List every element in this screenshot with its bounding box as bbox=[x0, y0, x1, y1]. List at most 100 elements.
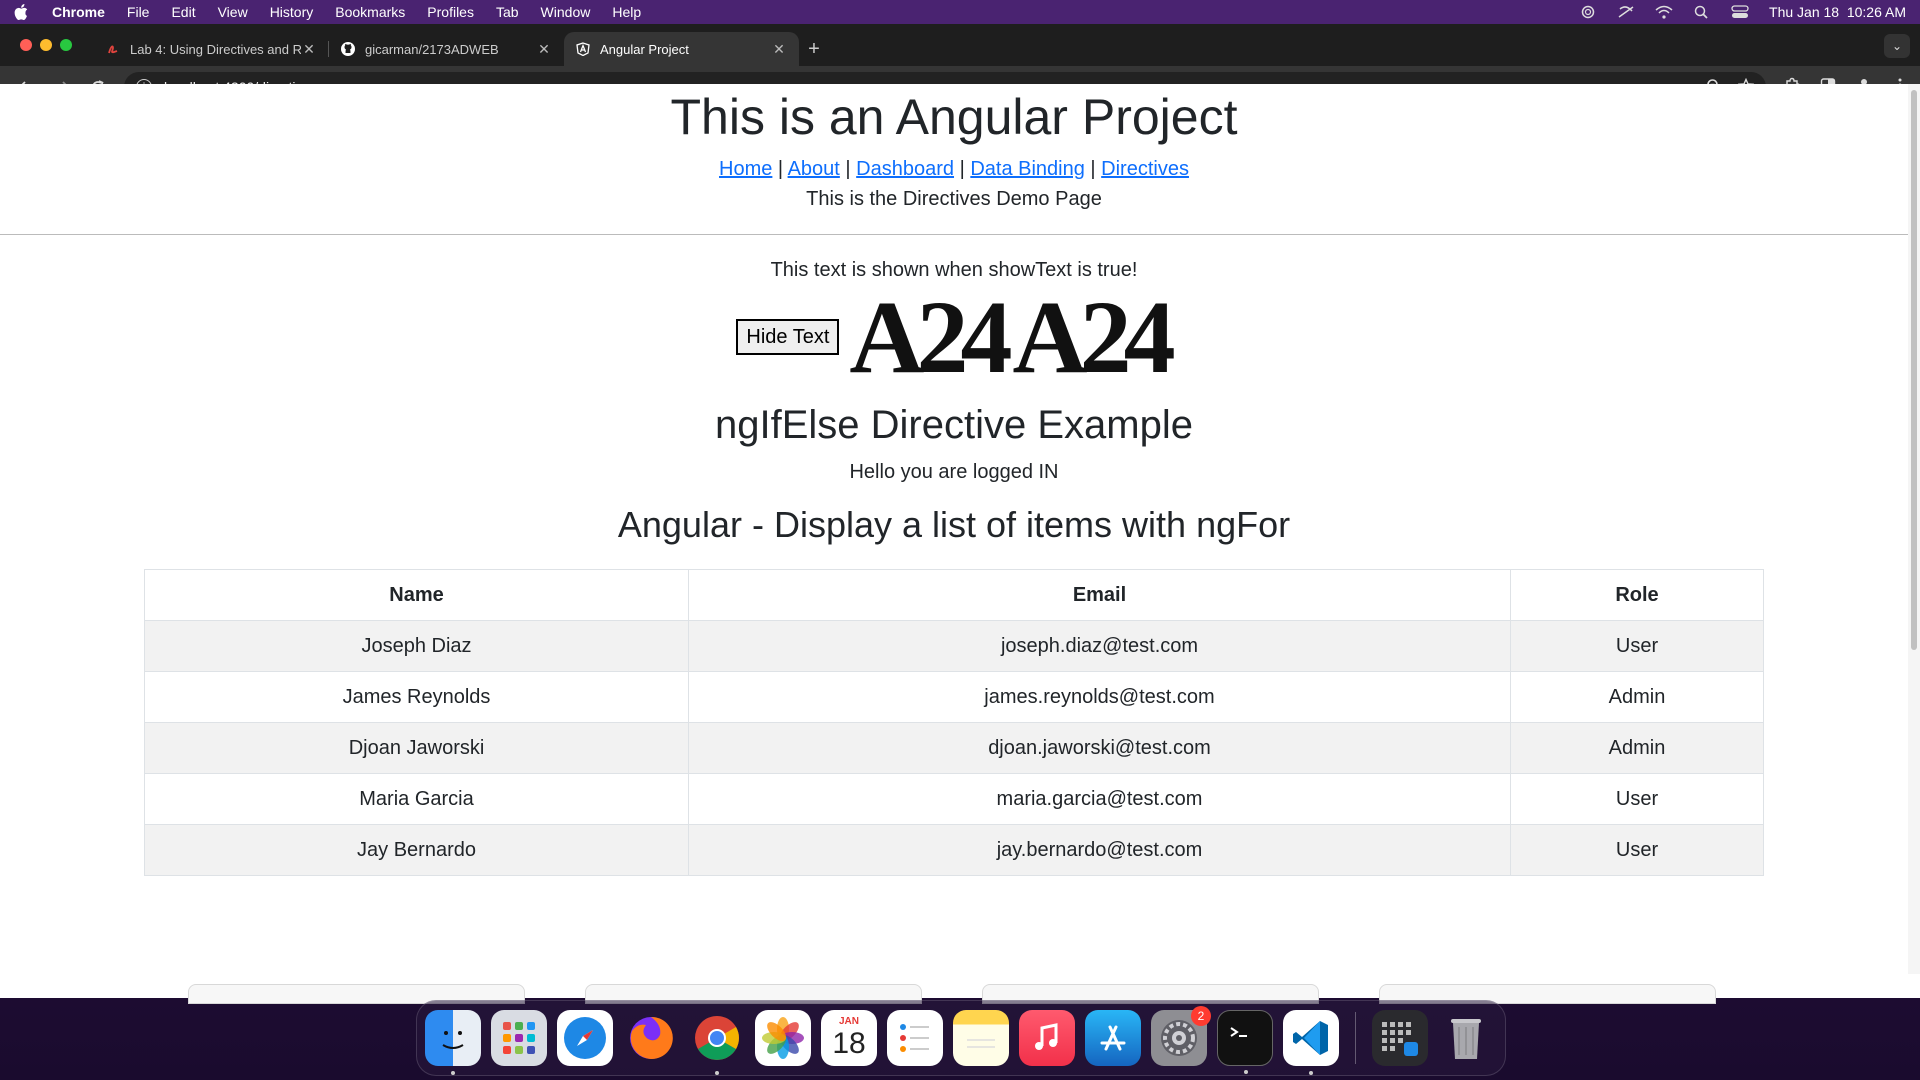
menu-tab[interactable]: Tab bbox=[496, 4, 519, 20]
angular-icon bbox=[576, 42, 590, 56]
menu-file[interactable]: File bbox=[127, 4, 150, 20]
minimize-window-button[interactable] bbox=[40, 39, 52, 51]
notification-badge: 2 bbox=[1191, 1006, 1211, 1026]
tab-angular-project[interactable]: Angular Project ✕ bbox=[564, 32, 799, 66]
tab-close-icon[interactable]: ✕ bbox=[536, 41, 552, 58]
cell-email: maria.garcia@test.com bbox=[688, 773, 1511, 825]
menu-view[interactable]: View bbox=[218, 4, 248, 20]
page-title: This is an Angular Project bbox=[670, 89, 1238, 145]
logged-in-message: Hello you are logged IN bbox=[849, 461, 1059, 483]
a24-logo-image: A24 bbox=[1012, 280, 1176, 395]
tab-label: Angular Project bbox=[600, 41, 689, 57]
cell-name: James Reynolds bbox=[144, 671, 689, 723]
tab-lab4[interactable]: Lab 4: Using Directives and R ✕ bbox=[94, 32, 329, 66]
do-not-disturb-icon[interactable] bbox=[1617, 5, 1635, 19]
menu-window[interactable]: Window bbox=[541, 4, 591, 20]
tab-close-icon[interactable]: ✕ bbox=[771, 41, 787, 58]
apple-icon[interactable] bbox=[14, 4, 30, 20]
tab-label: Lab 4: Using Directives and R bbox=[130, 41, 301, 57]
menu-app-name[interactable]: Chrome bbox=[52, 4, 105, 20]
page-content: This is an Angular Project Home | About … bbox=[0, 84, 1908, 1004]
dock-separator bbox=[1355, 1012, 1356, 1064]
wifi-icon[interactable] bbox=[1655, 5, 1673, 19]
column-header-email: Email bbox=[688, 569, 1511, 621]
cell-name: Jay Bernardo bbox=[144, 824, 689, 876]
finder-icon[interactable] bbox=[425, 1010, 481, 1075]
ngifelse-heading: ngIfElse Directive Example bbox=[715, 403, 1193, 447]
system-settings-icon[interactable]: 2 bbox=[1151, 1006, 1211, 1066]
table-header-row: Name Email Role bbox=[144, 569, 1764, 621]
table-row: Jay Bernardo jay.bernardo@test.com User bbox=[144, 824, 1764, 876]
nav-link-dashboard[interactable]: Dashboard bbox=[856, 158, 954, 180]
window-controls bbox=[20, 39, 72, 51]
photos-icon[interactable] bbox=[755, 1010, 811, 1066]
toggle-row: Hide Text A24 A24 bbox=[0, 280, 1908, 395]
cell-role: User bbox=[1510, 620, 1764, 672]
tab-search-chevron-icon[interactable]: ⌄ bbox=[1884, 34, 1910, 58]
vscode-icon[interactable] bbox=[1283, 1010, 1339, 1075]
cell-email: djoan.jaworski@test.com bbox=[688, 722, 1511, 774]
page-subtitle: This is the Directives Demo Page bbox=[806, 188, 1102, 210]
menu-datetime[interactable]: Thu Jan 18 10:26 AM bbox=[1769, 4, 1906, 20]
menu-help[interactable]: Help bbox=[612, 4, 641, 20]
launchpad-grid-icon[interactable] bbox=[1372, 1010, 1428, 1066]
cell-role: User bbox=[1510, 824, 1764, 876]
cell-role: Admin bbox=[1510, 722, 1764, 774]
tab-label: gicarman/2173ADWEB bbox=[365, 41, 499, 57]
launchpad-icon[interactable] bbox=[491, 1010, 547, 1066]
zoom-window-button[interactable] bbox=[60, 39, 72, 51]
menu-history[interactable]: History bbox=[270, 4, 314, 20]
page-scrollbar[interactable] bbox=[1908, 84, 1920, 974]
tab-github[interactable]: gicarman/2173ADWEB ✕ bbox=[329, 32, 564, 66]
cell-email: jay.bernardo@test.com bbox=[688, 824, 1511, 876]
cell-role: Admin bbox=[1510, 671, 1764, 723]
column-header-name: Name bbox=[144, 569, 689, 621]
creative-cloud-icon[interactable] bbox=[1579, 5, 1597, 19]
menu-edit[interactable]: Edit bbox=[171, 4, 195, 20]
calendar-day: 18 bbox=[832, 1027, 866, 1060]
table-row: Maria Garcia maria.garcia@test.com User bbox=[144, 773, 1764, 825]
nav-link-data-binding[interactable]: Data Binding bbox=[970, 158, 1085, 180]
safari-icon[interactable] bbox=[557, 1010, 613, 1066]
new-tab-plus-icon[interactable]: + bbox=[799, 32, 829, 66]
tab-strip: Lab 4: Using Directives and R ✕ gicarman… bbox=[0, 24, 1920, 66]
a24-logo-image: A24 bbox=[849, 280, 1012, 395]
ngfor-list-heading: Angular - Display a list of items with n… bbox=[617, 504, 1291, 545]
cell-name: Maria Garcia bbox=[144, 773, 689, 825]
cell-email: james.reynolds@test.com bbox=[688, 671, 1511, 723]
close-window-button[interactable] bbox=[20, 39, 32, 51]
scrollbar-thumb[interactable] bbox=[1911, 90, 1917, 650]
column-header-role: Role bbox=[1510, 569, 1764, 621]
table-row: James Reynolds james.reynolds@test.com A… bbox=[144, 671, 1764, 723]
menu-profiles[interactable]: Profiles bbox=[427, 4, 474, 20]
trash-icon[interactable] bbox=[1438, 1010, 1494, 1066]
notes-icon[interactable] bbox=[953, 1010, 1009, 1066]
table-row: Joseph Diaz joseph.diaz@test.com User bbox=[144, 620, 1764, 672]
pdf-icon bbox=[106, 42, 120, 56]
cell-name: Djoan Jaworski bbox=[144, 722, 689, 774]
menu-bookmarks[interactable]: Bookmarks bbox=[335, 4, 405, 20]
header-divider bbox=[0, 234, 1908, 235]
nav-link-directives[interactable]: Directives bbox=[1101, 158, 1189, 180]
hide-text-button[interactable]: Hide Text bbox=[736, 319, 840, 355]
terminal-icon[interactable] bbox=[1217, 1010, 1273, 1074]
firefox-icon[interactable] bbox=[623, 1010, 679, 1066]
reminders-icon[interactable] bbox=[887, 1010, 943, 1066]
main-nav: Home | About | Dashboard | Data Binding … bbox=[719, 158, 1189, 180]
tab-close-icon[interactable]: ✕ bbox=[301, 41, 317, 58]
users-table: Name Email Role Joseph Diaz joseph.diaz@… bbox=[144, 569, 1764, 876]
music-icon[interactable] bbox=[1019, 1010, 1075, 1066]
cell-email: joseph.diaz@test.com bbox=[688, 620, 1511, 672]
control-center-icon[interactable] bbox=[1731, 5, 1749, 19]
cell-role: User bbox=[1510, 773, 1764, 825]
nav-link-home[interactable]: Home bbox=[719, 158, 772, 180]
chrome-icon[interactable] bbox=[689, 1010, 745, 1075]
calendar-icon[interactable]: JAN 18 bbox=[821, 1010, 877, 1066]
cell-name: Joseph Diaz bbox=[144, 620, 689, 672]
spotlight-search-icon[interactable] bbox=[1693, 5, 1711, 19]
app-store-icon[interactable] bbox=[1085, 1010, 1141, 1066]
menu-bar: Chrome File Edit View History Bookmarks … bbox=[0, 0, 1920, 24]
dock: JAN 18 2 bbox=[416, 1000, 1506, 1076]
table-row: Djoan Jaworski djoan.jaworski@test.com A… bbox=[144, 722, 1764, 774]
nav-link-about[interactable]: About bbox=[788, 158, 840, 180]
